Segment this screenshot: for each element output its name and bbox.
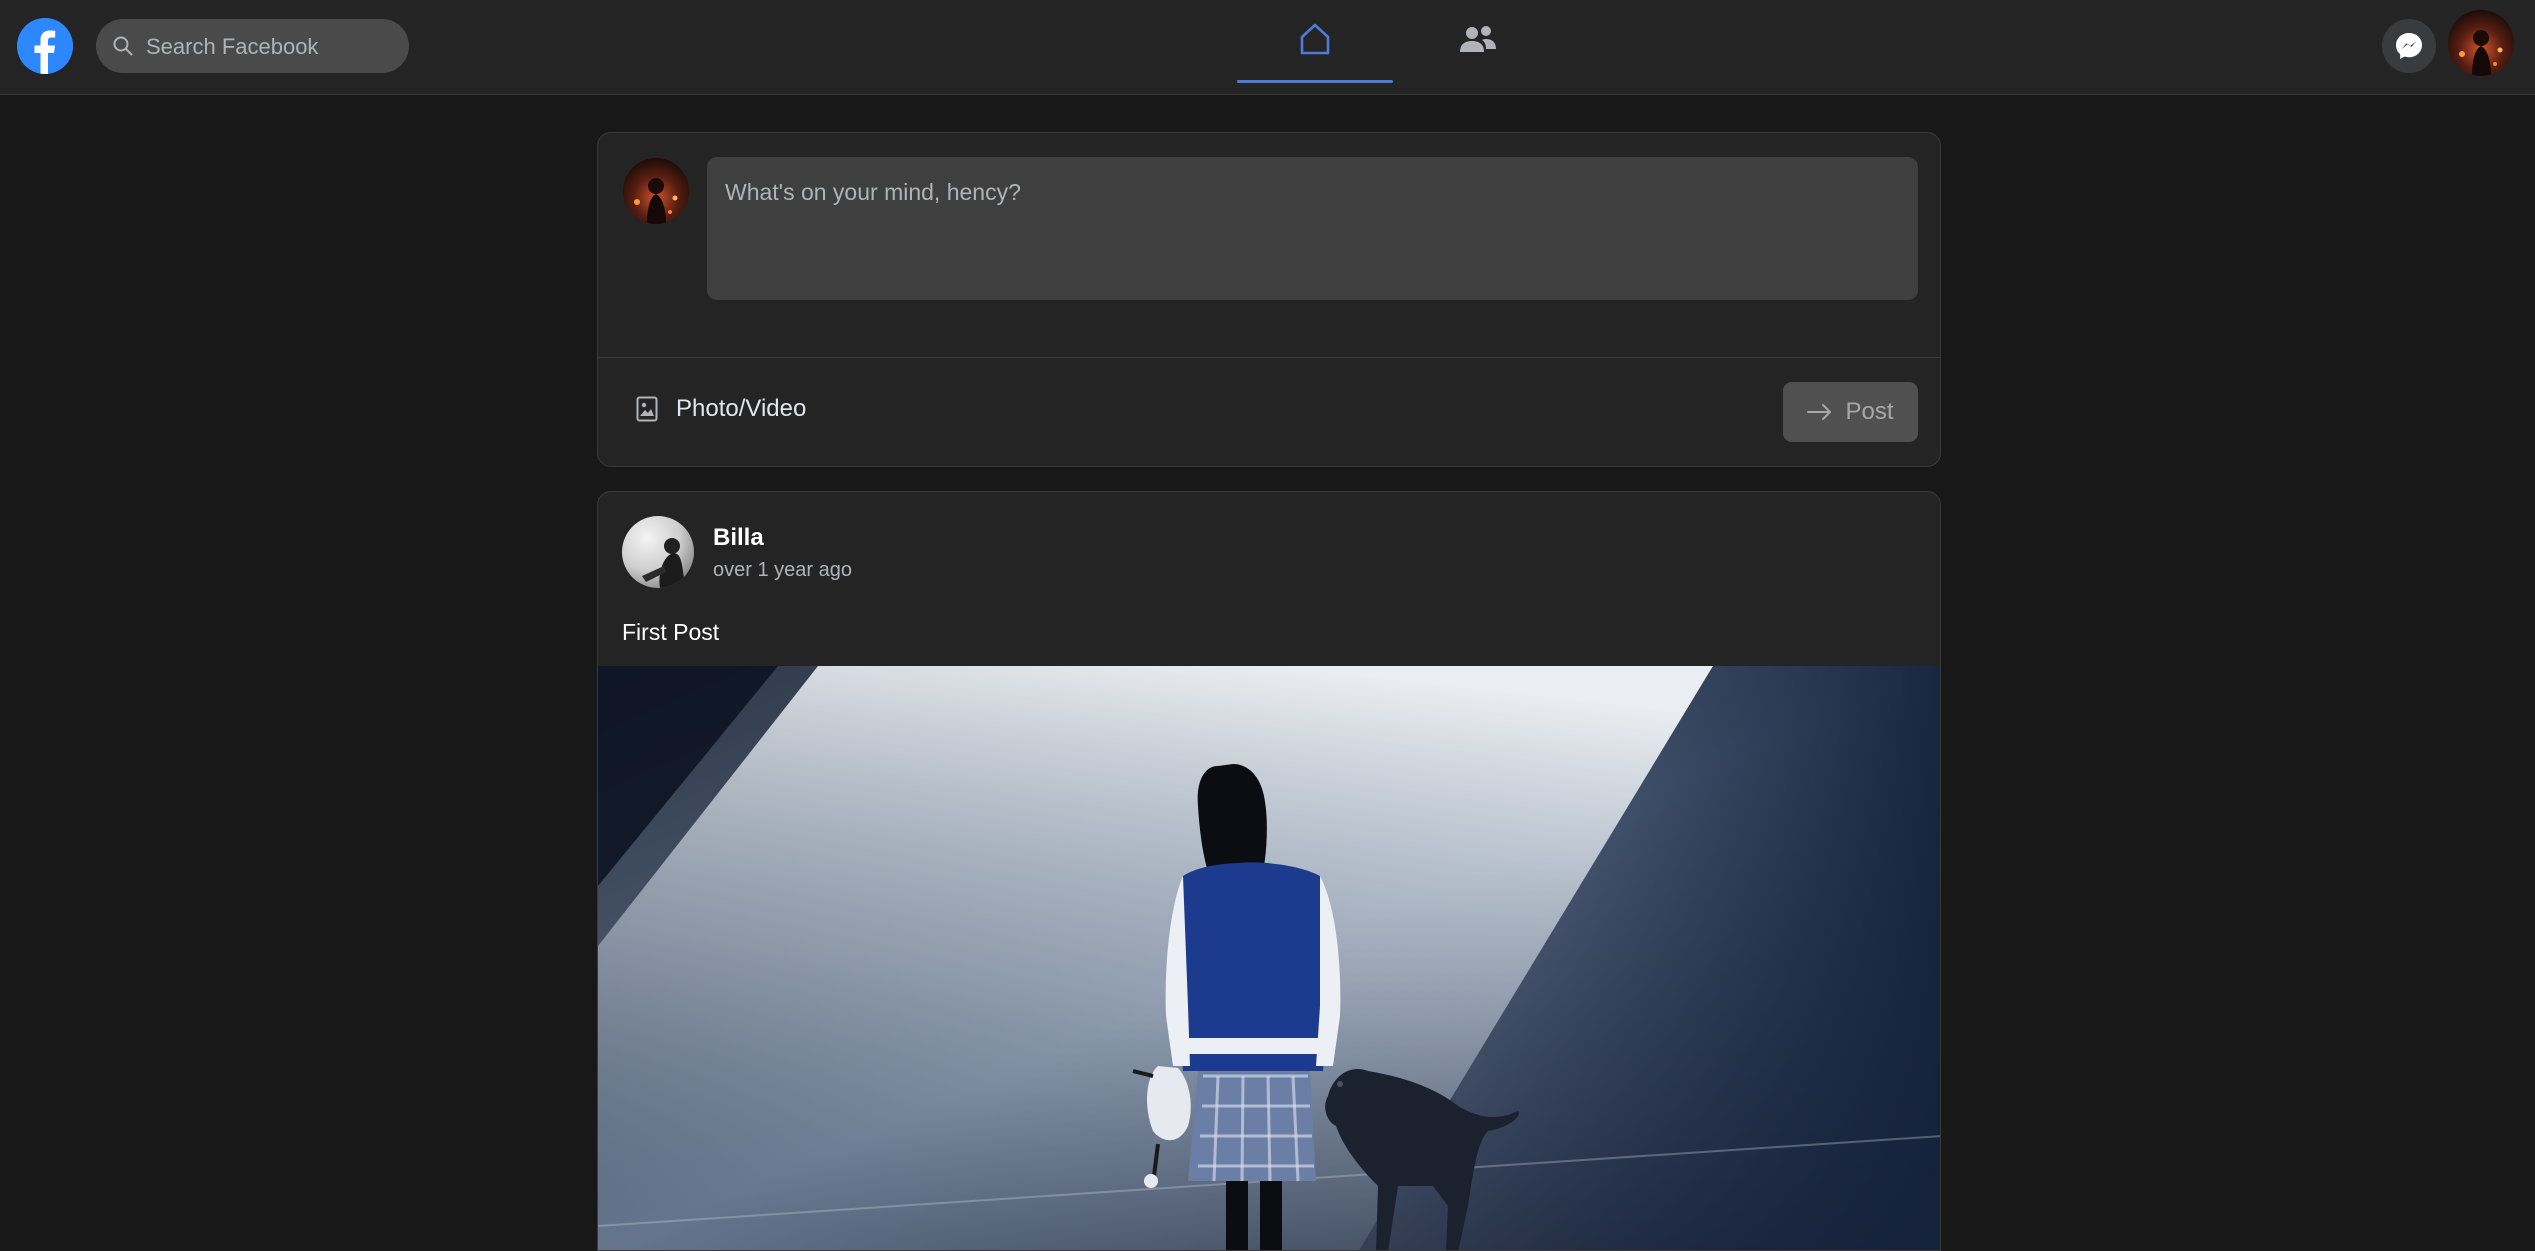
arrow-right-icon: [1807, 404, 1832, 420]
post-composer-input[interactable]: [707, 157, 1918, 300]
post-timestamp[interactable]: over 1 year ago: [713, 559, 852, 582]
tab-home[interactable]: [1237, 0, 1393, 95]
top-navigation-bar: [0, 0, 2535, 95]
profile-avatar[interactable]: [2448, 10, 2514, 76]
image-icon: [636, 396, 658, 422]
post-button[interactable]: Post: [1783, 382, 1918, 442]
home-icon: [1300, 23, 1330, 55]
divider: [598, 357, 1940, 358]
search-icon: [113, 36, 133, 56]
post-text: First Post: [622, 619, 720, 645]
search-bar[interactable]: [96, 19, 409, 75]
messenger-button[interactable]: [2382, 19, 2436, 73]
messenger-icon: [2396, 33, 2422, 59]
facebook-logo-icon[interactable]: [17, 18, 73, 74]
create-post-card: Photo/Video Post: [597, 132, 1941, 467]
post-button-label: Post: [1845, 398, 1894, 425]
post-author[interactable]: Billa: [713, 524, 764, 552]
photo-video-label: Photo/Video: [676, 395, 807, 422]
photo-video-button[interactable]: Photo/Video: [636, 386, 806, 432]
avatar: [623, 158, 689, 224]
feed-post: Billa over 1 year ago First Post: [597, 491, 1941, 1251]
author-avatar[interactable]: [622, 516, 694, 588]
tab-friends[interactable]: [1400, 0, 1556, 95]
post-image[interactable]: [598, 666, 1941, 1251]
search-input[interactable]: [144, 19, 398, 75]
friends-icon: [1460, 26, 1496, 52]
